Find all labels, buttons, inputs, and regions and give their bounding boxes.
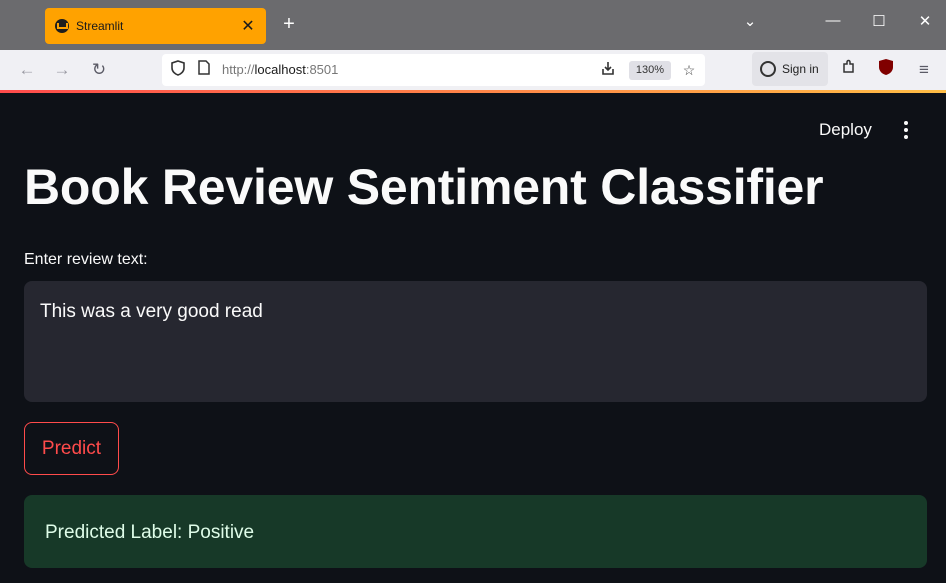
deploy-button[interactable]: Deploy <box>807 116 884 144</box>
browser-tab-strip: Streamlit ✕ + ⌄ — ☐ ✕ <box>0 0 946 50</box>
page-title: Book Review Sentiment Classifier <box>24 159 824 215</box>
review-text-input[interactable]: This was a very good read <box>24 281 927 402</box>
zoom-level-badge[interactable]: 130% <box>629 61 671 80</box>
extensions-icon[interactable] <box>837 58 861 82</box>
close-window-button[interactable]: ✕ <box>913 12 937 30</box>
url-text[interactable]: http://localhost:8501 <box>222 62 338 77</box>
streamlit-favicon-icon <box>55 19 69 33</box>
sign-in-button[interactable]: Sign in <box>752 52 828 86</box>
ublock-icon[interactable] <box>874 58 898 82</box>
minimize-button[interactable]: — <box>821 12 845 29</box>
main-menu-icon[interactable] <box>896 118 916 142</box>
new-tab-button[interactable]: + <box>278 13 300 37</box>
tab-close-icon[interactable]: ✕ <box>236 16 260 36</box>
address-bar[interactable]: http://localhost:8501 130% ☆ <box>162 54 705 86</box>
sign-in-label: Sign in <box>782 62 819 76</box>
streamlit-header-decoration <box>0 90 946 93</box>
browser-tab-streamlit[interactable]: Streamlit ✕ <box>45 8 266 44</box>
shield-icon[interactable] <box>168 60 188 80</box>
prediction-result-alert: Predicted Label: Positive <box>24 495 927 568</box>
tab-list-dropdown-icon[interactable]: ⌄ <box>738 12 762 30</box>
forward-button[interactable]: → <box>50 58 74 82</box>
tab-title: Streamlit <box>76 19 124 33</box>
page-icon <box>194 60 214 80</box>
review-text-label: Enter review text: <box>24 251 148 268</box>
download-icon[interactable] <box>598 60 618 80</box>
account-icon <box>760 61 776 77</box>
reload-button[interactable]: ↻ <box>87 58 111 82</box>
browser-nav-bar: ← → ↻ http://localhost:8501 130% ☆ Sign … <box>0 50 946 90</box>
predict-button[interactable]: Predict <box>24 422 119 475</box>
bookmark-star-icon[interactable]: ☆ <box>679 60 699 80</box>
menu-icon[interactable]: ≡ <box>912 58 936 82</box>
maximize-button[interactable]: ☐ <box>867 12 891 30</box>
back-button[interactable]: ← <box>15 58 39 82</box>
